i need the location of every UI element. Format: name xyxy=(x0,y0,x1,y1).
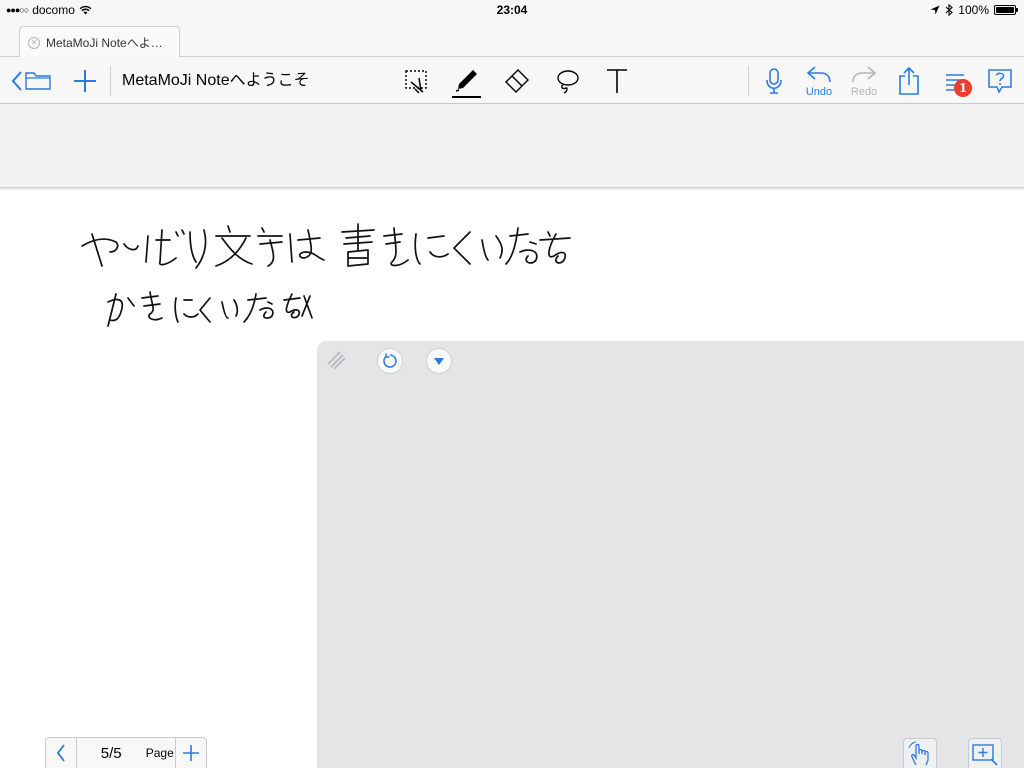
microphone-icon xyxy=(766,67,782,94)
pen-icon xyxy=(455,69,477,92)
status-bar: ●●●○○ docomo 23:04 100% xyxy=(0,0,1024,20)
document-tab[interactable]: ✕ MetaMoJi Noteへよ… xyxy=(19,26,180,58)
share-icon xyxy=(899,66,919,95)
status-time: 23:04 xyxy=(496,3,528,17)
tab-strip: ✕ MetaMoJi Noteへよ… xyxy=(0,20,1024,58)
plus-icon xyxy=(74,69,96,92)
chevron-left-icon xyxy=(11,70,22,91)
add-page-bottom-button[interactable] xyxy=(176,738,206,768)
page-label: Page xyxy=(145,746,174,760)
notification-badge[interactable]: 1 xyxy=(954,79,972,97)
zoom-window-button[interactable] xyxy=(968,738,1002,768)
bluetooth-icon xyxy=(945,4,954,16)
chevron-left-icon xyxy=(56,744,65,762)
page-counter: 5/5 xyxy=(100,744,122,762)
select-tool-icon xyxy=(405,69,427,94)
tab-close-icon[interactable]: ✕ xyxy=(28,36,40,49)
rotate-icon xyxy=(383,353,397,368)
help-icon xyxy=(988,68,1012,94)
undo-icon xyxy=(806,66,831,83)
lasso-icon xyxy=(557,69,579,94)
lasso-tool-button[interactable] xyxy=(550,57,584,104)
share-button[interactable] xyxy=(894,57,924,104)
back-to-folder-button[interactable] xyxy=(6,57,56,104)
handwriting-input-panel[interactable] xyxy=(317,341,1024,768)
tab-title: MetaMoJi Noteへよ… xyxy=(46,36,163,50)
handwriting-line-1 xyxy=(81,223,571,269)
status-bar-right: 100% xyxy=(930,0,1018,20)
text-tool-icon xyxy=(607,68,627,93)
add-page-button[interactable] xyxy=(70,57,100,104)
zoom-window-icon xyxy=(972,743,998,766)
folder-icon xyxy=(25,71,51,90)
main-toolbar: MetaMoJi Noteへようこそ Undo Redo 1 xyxy=(0,57,1024,104)
panel-resize-grip-icon[interactable] xyxy=(326,350,346,370)
triangle-down-icon xyxy=(434,358,444,365)
voice-input-button[interactable] xyxy=(760,57,788,104)
previous-page-button[interactable] xyxy=(46,738,76,768)
eraser-icon xyxy=(505,68,529,93)
page-header-area xyxy=(0,104,1024,188)
redo-button[interactable]: Redo xyxy=(839,57,889,104)
location-arrow-icon xyxy=(930,5,940,15)
document-title[interactable]: MetaMoJi Noteへようこそ xyxy=(122,57,310,104)
undo-label: Undo xyxy=(805,86,833,98)
battery-percent: 100% xyxy=(958,3,989,17)
eraser-tool-button[interactable] xyxy=(500,57,534,104)
select-tool-button[interactable] xyxy=(400,57,434,104)
hand-tool-button[interactable] xyxy=(903,738,937,768)
undo-button[interactable]: Undo xyxy=(794,57,844,104)
redo-label: Redo xyxy=(850,86,878,98)
hand-pointer-icon xyxy=(908,741,929,765)
page-navigator: 5/5 Page xyxy=(45,737,207,768)
toolbar-divider xyxy=(748,66,749,96)
active-tool-indicator xyxy=(452,96,481,98)
handwriting-line-2 xyxy=(107,291,313,327)
text-tool-button[interactable] xyxy=(600,57,634,104)
plus-icon xyxy=(183,745,200,761)
toolbar-divider xyxy=(110,66,111,96)
battery-icon xyxy=(994,5,1018,15)
redo-icon xyxy=(852,66,877,83)
help-button[interactable] xyxy=(985,57,1015,104)
panel-collapse-button[interactable] xyxy=(426,348,452,374)
panel-rotate-button[interactable] xyxy=(377,348,403,374)
